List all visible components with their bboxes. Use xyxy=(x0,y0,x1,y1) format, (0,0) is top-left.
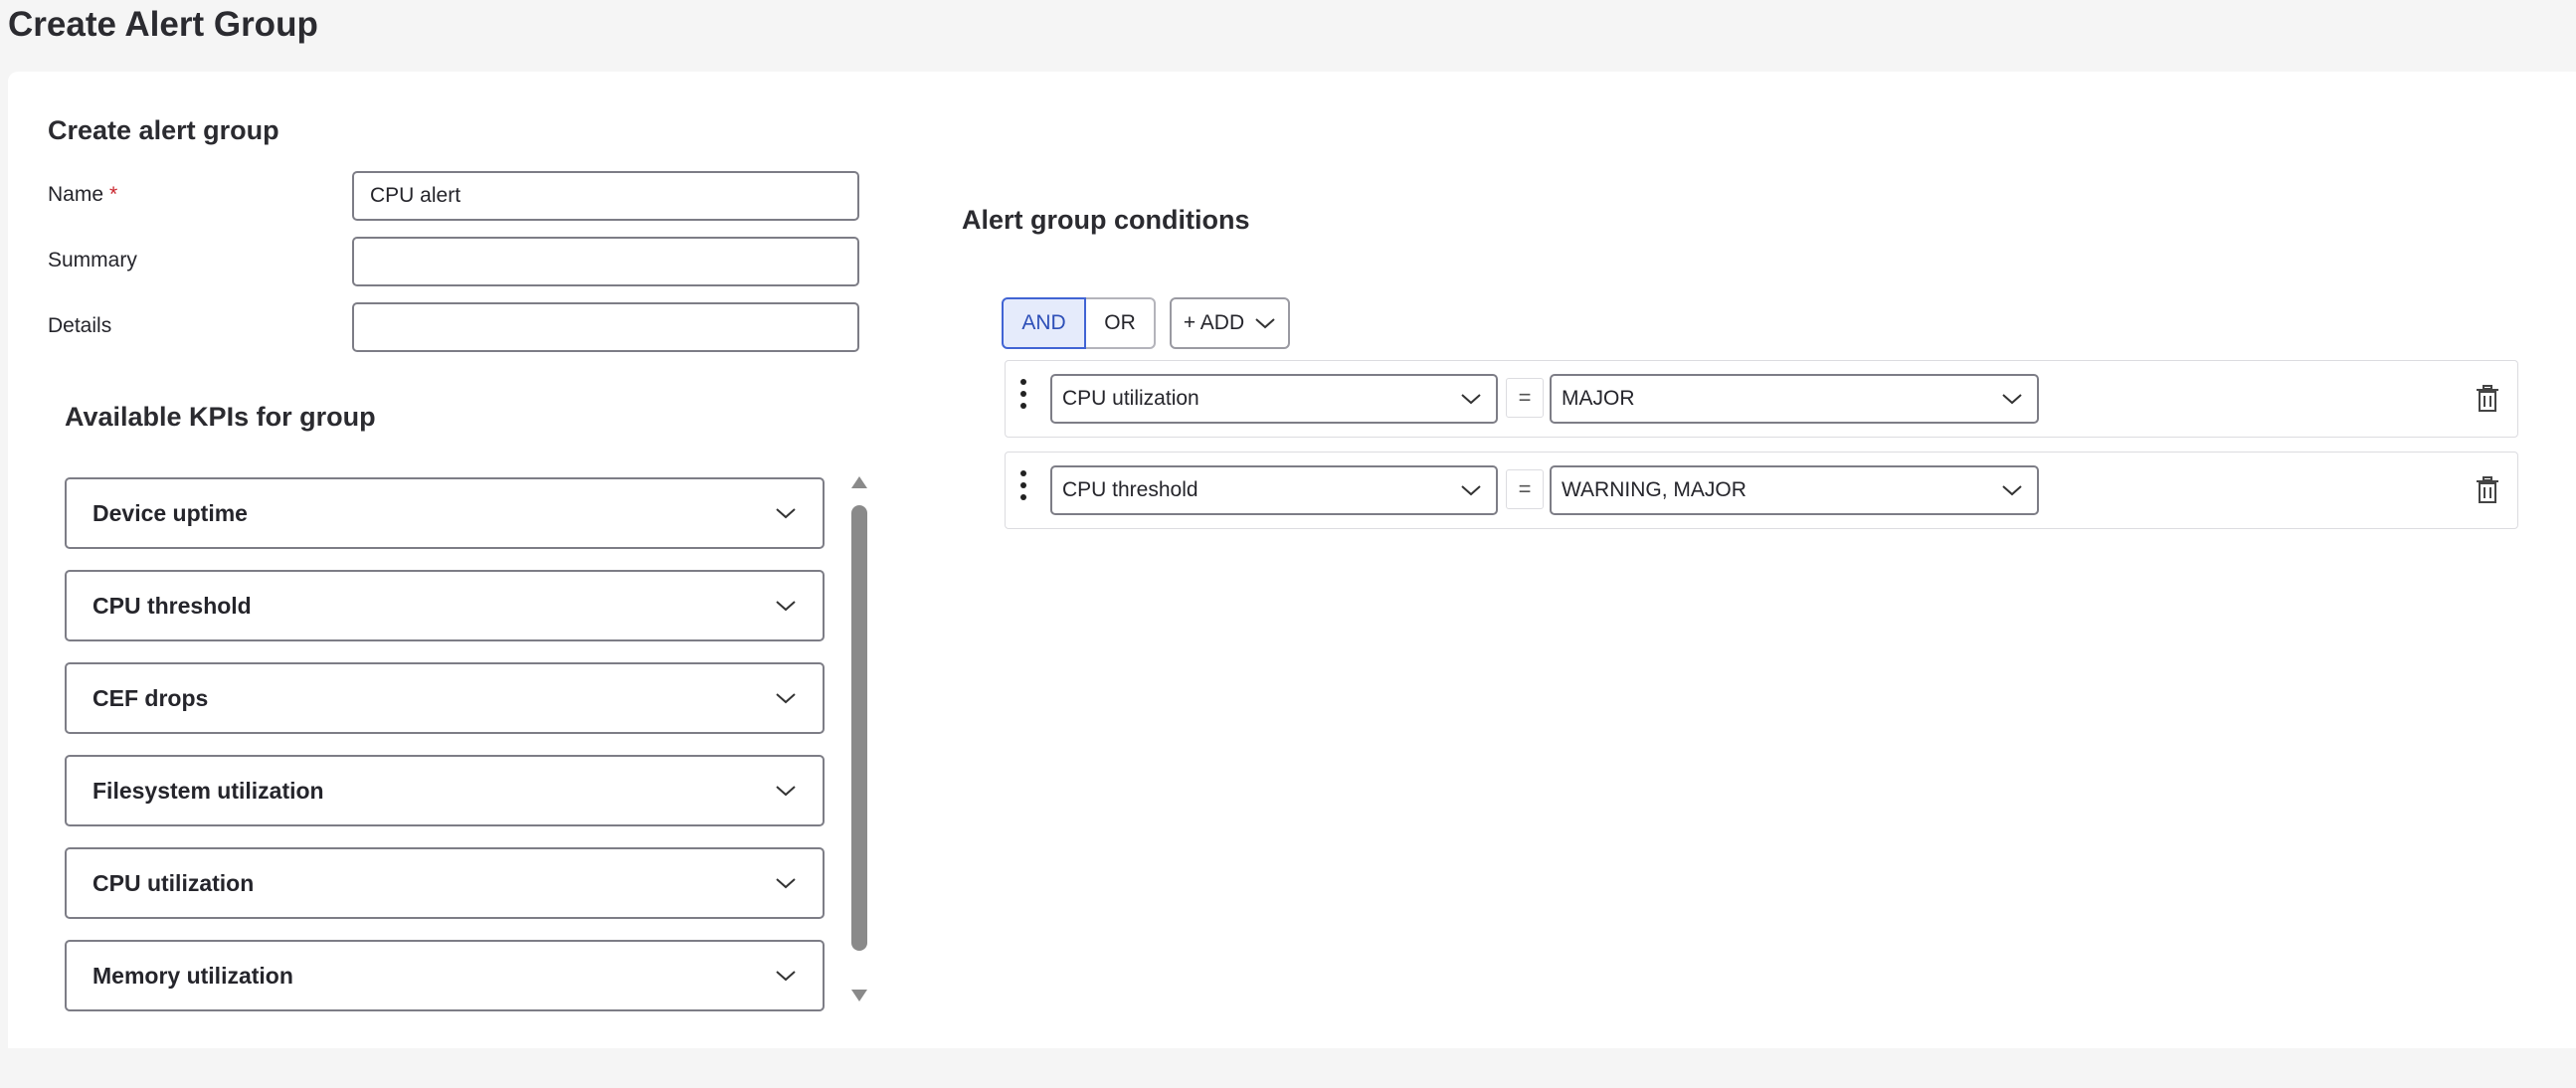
add-condition-button[interactable]: + ADD xyxy=(1170,297,1290,349)
chevron-down-icon xyxy=(776,971,796,982)
condition-value-text: MAJOR xyxy=(1562,387,1635,410)
trash-icon[interactable] xyxy=(2476,476,2499,504)
kpi-item-cef-drops[interactable]: CEF drops xyxy=(65,662,825,734)
chevron-down-icon xyxy=(776,693,796,704)
available-kpis-heading: Available KPIs for group xyxy=(65,402,376,432)
chevron-down-icon xyxy=(2002,485,2022,496)
trash-icon[interactable] xyxy=(2476,385,2499,413)
name-label-text: Name xyxy=(48,183,104,206)
condition-value-select[interactable]: MAJOR xyxy=(1550,374,2039,424)
name-input[interactable] xyxy=(352,171,859,221)
condition-operator: = xyxy=(1506,469,1544,509)
condition-row: CPU utilization = MAJOR xyxy=(1005,360,2518,438)
kpi-item-cpu-threshold[interactable]: CPU threshold xyxy=(65,570,825,641)
kpi-label: CEF drops xyxy=(92,684,209,711)
condition-kpi-select[interactable]: CPU threshold xyxy=(1050,465,1498,515)
kpi-scrollbar-thumb[interactable] xyxy=(851,505,867,951)
drag-handle-icon[interactable] xyxy=(1019,379,1027,415)
chevron-down-icon xyxy=(1461,485,1481,496)
required-marker: * xyxy=(109,183,118,206)
summary-input[interactable] xyxy=(352,237,859,286)
condition-value-select[interactable]: WARNING, MAJOR xyxy=(1550,465,2039,515)
kpi-label: Device uptime xyxy=(92,499,248,526)
scroll-up-arrow-icon[interactable] xyxy=(850,475,868,489)
condition-kpi-value: CPU utilization xyxy=(1062,387,1199,410)
chevron-down-icon xyxy=(776,878,796,889)
chevron-down-icon xyxy=(776,508,796,519)
kpi-label: CPU threshold xyxy=(92,592,252,619)
or-toggle-button[interactable]: OR xyxy=(1086,297,1156,349)
kpi-list: Device uptime CPU threshold CEF drops Fi… xyxy=(57,471,832,1088)
page-title: Create Alert Group xyxy=(8,5,318,44)
details-input[interactable] xyxy=(352,302,859,352)
scroll-down-arrow-icon[interactable] xyxy=(850,989,868,1002)
chevron-down-icon xyxy=(1255,318,1275,329)
kpi-item-memory-utilization[interactable]: Memory utilization xyxy=(65,940,825,1011)
create-alert-group-heading: Create alert group xyxy=(48,115,279,145)
condition-operator: = xyxy=(1506,378,1544,418)
condition-kpi-value: CPU threshold xyxy=(1062,478,1198,501)
chevron-down-icon xyxy=(2002,394,2022,405)
condition-value-text: WARNING, MAJOR xyxy=(1562,478,1747,501)
chevron-down-icon xyxy=(776,786,796,797)
kpi-item-filesystem-utilization[interactable]: Filesystem utilization xyxy=(65,755,825,826)
and-toggle-button[interactable]: AND xyxy=(1002,297,1086,349)
kpi-item-device-uptime[interactable]: Device uptime xyxy=(65,477,825,549)
kpi-label: Memory utilization xyxy=(92,962,293,989)
condition-kpi-select[interactable]: CPU utilization xyxy=(1050,374,1498,424)
add-condition-label: + ADD xyxy=(1183,311,1245,334)
name-label: Name * xyxy=(48,183,117,207)
details-label: Details xyxy=(48,314,112,337)
chevron-down-icon xyxy=(1461,394,1481,405)
alert-group-conditions-heading: Alert group conditions xyxy=(962,205,1250,235)
drag-handle-icon[interactable] xyxy=(1019,470,1027,506)
chevron-down-icon xyxy=(776,601,796,612)
logic-toggle-group: AND OR xyxy=(1002,297,1156,349)
condition-row: CPU threshold = WARNING, MAJOR xyxy=(1005,452,2518,529)
summary-label: Summary xyxy=(48,249,137,272)
kpi-label: CPU utilization xyxy=(92,869,255,896)
kpi-item-cpu-utilization[interactable]: CPU utilization xyxy=(65,847,825,919)
kpi-label: Filesystem utilization xyxy=(92,777,324,804)
